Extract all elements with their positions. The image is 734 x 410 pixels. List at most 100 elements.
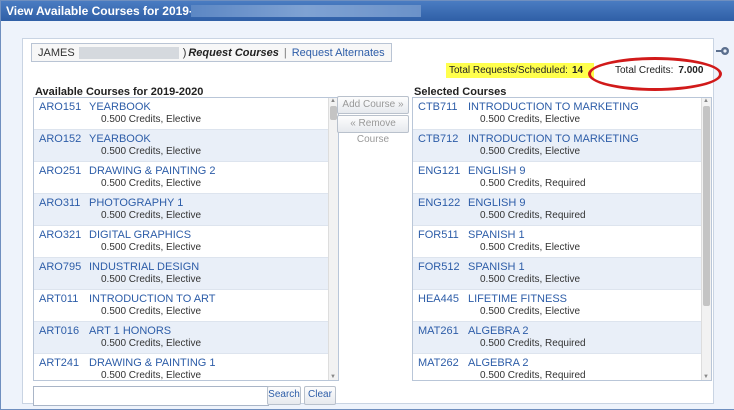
- course-code[interactable]: ARO251: [39, 165, 81, 177]
- course-row[interactable]: CTB711 INTRODUCTION TO MARKETING 0.500 Cre…: [413, 98, 711, 130]
- course-row[interactable]: ART011 INTRODUCTION TO ART 0.500 Credits, …: [34, 290, 338, 322]
- course-title[interactable]: ALGEBRA 2: [468, 357, 529, 369]
- course-detail: 0.500 Credits, Elective: [480, 114, 581, 125]
- remove-course-button[interactable]: « Remove Course: [337, 115, 409, 145]
- total-requests-value: 14: [571, 65, 584, 76]
- course-code[interactable]: FOR512: [418, 261, 460, 273]
- course-row[interactable]: MAT261 ALGEBRA 2 0.500 Credits, Required: [413, 322, 711, 354]
- course-detail: 0.500 Credits, Elective: [480, 306, 581, 317]
- course-code[interactable]: ENG121: [418, 165, 460, 177]
- course-code[interactable]: ARO795: [39, 261, 81, 273]
- search-button[interactable]: Search: [267, 386, 301, 405]
- course-detail: 0.500 Credits, Required: [480, 338, 586, 349]
- student-name: JAMES: [38, 46, 75, 59]
- course-code[interactable]: HEA445: [418, 293, 459, 305]
- course-title[interactable]: INDUSTRIAL DESIGN: [89, 261, 199, 273]
- course-title[interactable]: ART 1 HONORS: [89, 325, 171, 337]
- scroll-thumb[interactable]: [703, 106, 710, 306]
- course-detail: 0.500 Credits, Elective: [101, 242, 202, 253]
- scroll-thumb[interactable]: [330, 106, 337, 120]
- course-row[interactable]: ENG121 ENGLISH 9 0.500 Credits, Required: [413, 162, 711, 194]
- course-row[interactable]: FOR512 SPANISH 1 0.500 Credits, Elective: [413, 258, 711, 290]
- course-title[interactable]: DIGITAL GRAPHICS: [89, 229, 191, 241]
- course-row[interactable]: FOR511 SPANISH 1 0.500 Credits, Elective: [413, 226, 711, 258]
- course-title[interactable]: PHOTOGRAPHY 1: [89, 197, 183, 209]
- course-detail: 0.500 Credits, Elective: [480, 242, 581, 253]
- course-code[interactable]: ART011: [39, 293, 78, 305]
- tools-icon[interactable]: [715, 44, 731, 58]
- course-title[interactable]: DRAWING & PAINTING 2: [89, 165, 216, 177]
- course-selection-panel: JAMES ) Request Courses | Request Altern…: [22, 38, 722, 406]
- scroll-down-icon[interactable]: ▼: [330, 374, 336, 380]
- course-title[interactable]: LIFETIME FITNESS: [468, 293, 567, 305]
- course-code[interactable]: ARO152: [39, 133, 81, 145]
- tab-request-courses[interactable]: Request Courses: [188, 47, 278, 59]
- course-row[interactable]: ARO795 INDUSTRIAL DESIGN 0.500 Credits, El…: [34, 258, 338, 290]
- course-detail: 0.500 Credits, Required: [480, 210, 586, 221]
- course-title[interactable]: ENGLISH 9: [468, 197, 525, 209]
- total-requests-badge: Total Requests/Scheduled: 14: [446, 63, 594, 78]
- course-detail: 0.500 Credits, Elective: [101, 274, 202, 285]
- course-row[interactable]: ARO311 PHOTOGRAPHY 1 0.500 Credits, Electi…: [34, 194, 338, 226]
- course-code[interactable]: CTB711: [418, 101, 458, 113]
- selected-list-scrollbar[interactable]: ▲ ▼: [701, 98, 711, 380]
- course-detail: 0.500 Credits, Elective: [101, 306, 202, 317]
- course-title[interactable]: YEARBOOK: [89, 133, 151, 145]
- course-detail: 0.500 Credits, Elective: [101, 370, 202, 381]
- tab-request-alternates[interactable]: Request Alternates: [292, 47, 385, 59]
- available-list-scrollbar[interactable]: ▲ ▼: [328, 98, 338, 380]
- course-detail: 0.500 Credits, Elective: [480, 274, 581, 285]
- tab-separator: |: [283, 46, 287, 59]
- course-code[interactable]: MAT262: [418, 357, 459, 369]
- course-detail: 0.500 Credits, Elective: [101, 338, 202, 349]
- course-title[interactable]: INTRODUCTION TO MARKETING: [468, 101, 639, 113]
- course-row[interactable]: ENG122 ENGLISH 9 0.500 Credits, Required: [413, 194, 711, 226]
- scroll-down-icon[interactable]: ▼: [703, 374, 709, 380]
- course-code[interactable]: ART241: [39, 357, 79, 369]
- course-code[interactable]: ARO151: [39, 101, 81, 113]
- course-code[interactable]: ENG122: [418, 197, 460, 209]
- course-row[interactable]: ARO151 YEARBOOK 0.500 Credits, Elective: [34, 98, 338, 130]
- course-search-input[interactable]: [33, 386, 269, 406]
- course-detail: 0.500 Credits, Elective: [480, 146, 581, 157]
- available-courses-list[interactable]: ARO151 YEARBOOK 0.500 Credits, Elective ARO…: [33, 97, 339, 381]
- course-code[interactable]: MAT261: [418, 325, 459, 337]
- course-detail: 0.500 Credits, Elective: [101, 146, 202, 157]
- course-request-window: View Available Courses for 2019-2020 in …: [0, 0, 734, 410]
- course-row[interactable]: ART016 ART 1 HONORS 0.500 Credits, Electiv…: [34, 322, 338, 354]
- selected-courses-list[interactable]: CTB711 INTRODUCTION TO MARKETING 0.500 Cre…: [412, 97, 712, 381]
- course-title[interactable]: INTRODUCTION TO MARKETING: [468, 133, 639, 145]
- title-bar: View Available Courses for 2019-2020 in: [1, 1, 734, 21]
- redacted-school-name: [191, 5, 421, 17]
- course-code[interactable]: ARO321: [39, 229, 81, 241]
- course-row[interactable]: CTB712 INTRODUCTION TO MARKETING 0.500 Cre…: [413, 130, 711, 162]
- scroll-up-icon[interactable]: ▲: [703, 98, 709, 104]
- course-title[interactable]: ENGLISH 9: [468, 165, 525, 177]
- course-title[interactable]: SPANISH 1: [468, 229, 525, 241]
- course-title[interactable]: YEARBOOK: [89, 101, 151, 113]
- course-row[interactable]: MAT262 ALGEBRA 2 0.500 Credits, Required: [413, 354, 711, 380]
- student-name-suffix: ): [182, 46, 187, 59]
- scroll-up-icon[interactable]: ▲: [330, 98, 336, 104]
- course-title[interactable]: INTRODUCTION TO ART: [89, 293, 216, 305]
- course-row[interactable]: HEA445 LIFETIME FITNESS 0.500 Credits, Ele…: [413, 290, 711, 322]
- course-detail: 0.500 Credits, Required: [480, 178, 586, 189]
- course-code[interactable]: ARO311: [39, 197, 80, 209]
- course-title[interactable]: ALGEBRA 2: [468, 325, 529, 337]
- clear-button[interactable]: Clear: [304, 386, 336, 405]
- course-detail: 0.500 Credits, Elective: [101, 178, 202, 189]
- course-detail: 0.500 Credits, Elective: [101, 114, 202, 125]
- add-course-button[interactable]: Add Course »: [337, 96, 409, 114]
- course-title[interactable]: DRAWING & PAINTING 1: [89, 357, 216, 369]
- course-row[interactable]: ARO251 DRAWING & PAINTING 2 0.500 Credits,…: [34, 162, 338, 194]
- course-detail: 0.500 Credits, Elective: [101, 210, 202, 221]
- course-code[interactable]: FOR511: [418, 229, 459, 241]
- course-title[interactable]: SPANISH 1: [468, 261, 525, 273]
- annotation-circle: [588, 57, 722, 91]
- course-code[interactable]: ART016: [39, 325, 79, 337]
- course-row[interactable]: ARO321 DIGITAL GRAPHICS 0.500 Credits, Ele…: [34, 226, 338, 258]
- total-requests-label: Total Requests/Scheduled:: [449, 65, 568, 76]
- course-code[interactable]: CTB712: [418, 133, 458, 145]
- course-row[interactable]: ART241 DRAWING & PAINTING 1 0.500 Credits,…: [34, 354, 338, 381]
- course-row[interactable]: ARO152 YEARBOOK 0.500 Credits, Elective: [34, 130, 338, 162]
